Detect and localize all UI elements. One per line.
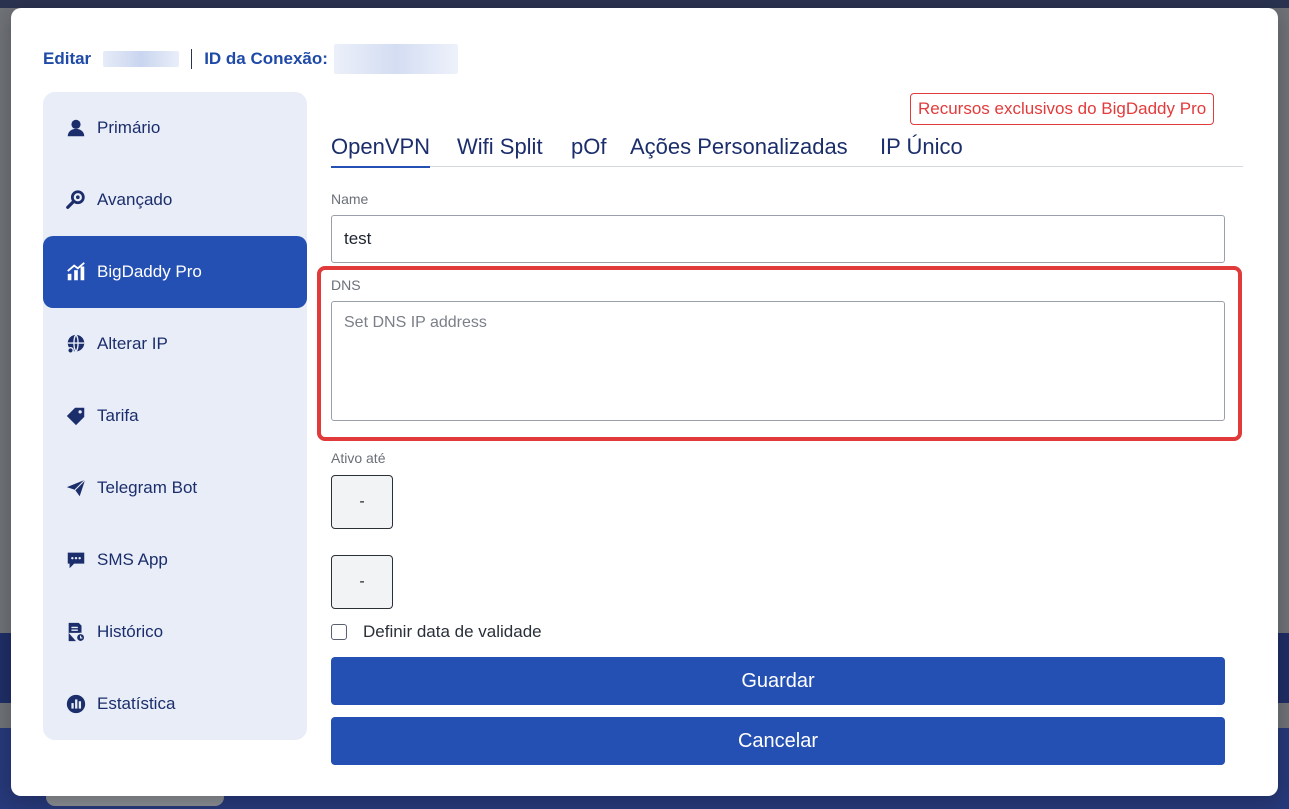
globe-icon <box>65 333 87 355</box>
tab-bar: OpenVPN Wifi Split pOf Ações Personaliza… <box>331 132 1243 168</box>
sidebar-item-primario[interactable]: Primário <box>43 92 307 164</box>
sidebar-item-estatistica[interactable]: Estatística <box>43 668 307 740</box>
pie-chart-icon <box>65 693 87 715</box>
sidebar-item-label: Primário <box>97 118 161 137</box>
dns-textarea[interactable] <box>331 301 1225 421</box>
paper-plane-icon <box>65 477 87 499</box>
backdrop-topbar <box>0 0 1289 8</box>
sidebar-item-label: Tarifa <box>97 406 139 425</box>
sidebar-item-label: BigDaddy Pro <box>97 262 202 281</box>
edit-connection-modal: Editar ID da Conexão: Primário Avançado … <box>11 8 1278 796</box>
gear-search-icon <box>65 189 87 211</box>
connection-id-label: ID da Conexão: <box>204 49 328 68</box>
validity-checkbox-row[interactable]: Definir data de validade <box>331 622 542 642</box>
sidebar-item-sms-app[interactable]: SMS App <box>43 524 307 596</box>
sidebar-item-telegram-bot[interactable]: Telegram Bot <box>43 452 307 524</box>
sidebar-item-label: Alterar IP <box>97 334 168 353</box>
tag-icon <box>65 405 87 427</box>
date-end-button[interactable]: - <box>331 555 393 609</box>
sidebar: Primário Avançado BigDaddy Pro Alterar I… <box>43 92 307 740</box>
name-input[interactable] <box>331 215 1225 263</box>
header-divider <box>191 49 193 69</box>
chart-icon <box>65 261 87 283</box>
sidebar-item-label: SMS App <box>97 550 168 569</box>
sidebar-item-alterar-ip[interactable]: Alterar IP <box>43 308 307 380</box>
dns-label: DNS <box>331 277 361 293</box>
redacted-connection-name <box>103 51 180 67</box>
sidebar-item-avancado[interactable]: Avançado <box>43 164 307 236</box>
tab-acoes-personalizadas[interactable]: Ações Personalizadas <box>630 134 848 166</box>
sidebar-item-label: Histórico <box>97 622 164 641</box>
sidebar-item-bigdaddy-pro[interactable]: BigDaddy Pro <box>43 236 307 308</box>
name-label: Name <box>331 191 369 207</box>
validity-checkbox[interactable] <box>331 624 347 640</box>
tab-wifi-split[interactable]: Wifi Split <box>457 134 543 166</box>
redacted-connection-id <box>333 44 458 74</box>
tab-ip-unico[interactable]: IP Único <box>880 134 963 166</box>
chat-bubble-icon <box>65 549 87 571</box>
tab-pof[interactable]: pOf <box>571 134 606 166</box>
edit-title: Editar <box>43 49 92 68</box>
save-button[interactable]: Guardar <box>331 657 1225 705</box>
document-clock-icon <box>65 621 87 643</box>
sidebar-item-label: Estatística <box>97 694 176 713</box>
sidebar-item-label: Avançado <box>97 190 173 209</box>
modal-header: Editar ID da Conexão: <box>43 44 458 74</box>
cancel-button[interactable]: Cancelar <box>331 717 1225 765</box>
sidebar-item-label: Telegram Bot <box>97 478 198 497</box>
tab-openvpn[interactable]: OpenVPN <box>331 134 431 168</box>
active-until-label: Ativo até <box>331 450 386 466</box>
user-icon <box>65 117 87 139</box>
sidebar-item-tarifa[interactable]: Tarifa <box>43 380 307 452</box>
date-start-button[interactable]: - <box>331 475 393 529</box>
validity-checkbox-label: Definir data de validade <box>363 622 542 641</box>
sidebar-item-historico[interactable]: Histórico <box>43 596 307 668</box>
pro-exclusive-badge[interactable]: Recursos exclusivos do BigDaddy Pro <box>910 93 1215 125</box>
